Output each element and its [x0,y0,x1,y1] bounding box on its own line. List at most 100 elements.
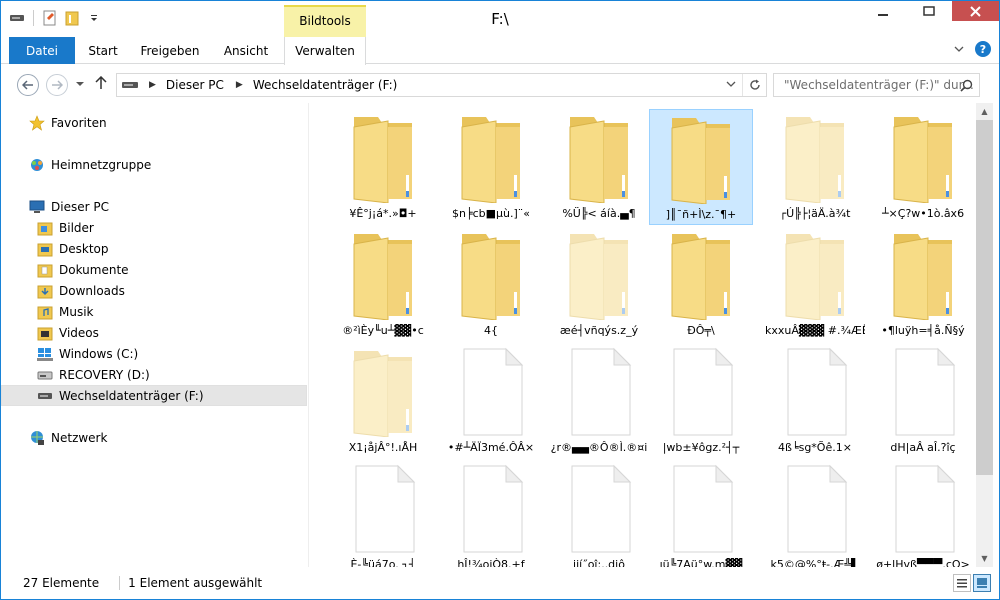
nav-network[interactable]: Netzwerk [1,427,307,448]
file-icon [888,464,958,554]
folder-item[interactable]: kxxuÂ▓▓▓ #.¾ÆË [763,226,867,342]
new-folder-icon[interactable] [62,9,82,27]
file-item[interactable]: dH|aÂ aÎ.?îç [871,343,975,459]
minimize-button[interactable] [860,1,906,21]
scrollbar-thumb[interactable] [976,120,993,475]
item-count: 27 Elemente [23,576,100,590]
folder-item[interactable]: ¥Ê°j¡á*.»◘+ [331,109,435,225]
nav-item-dokumente[interactable]: Dokumente [1,259,307,280]
close-button[interactable] [952,1,999,21]
nav-label: Downloads [59,283,125,298]
tab-datei[interactable]: Datei [9,37,75,64]
customize-toolbar-icon[interactable] [84,9,104,27]
file-item[interactable]: •#┴ÄÏ3mé.ÔÂ× [439,343,543,459]
folder-icon [564,113,634,204]
nav-this-pc[interactable]: Dieser PC [1,196,307,217]
item-label: •#┴ÄÏ3mé.ÔÂ× [447,441,535,454]
large-icons-view-button[interactable] [973,574,991,592]
properties-icon[interactable] [40,9,60,27]
nav-item-wechseldatentraeger-f[interactable]: Wechseldatenträger (F:) [1,385,307,406]
nav-item-videos[interactable]: Videos [1,322,307,343]
file-item[interactable]: È-╚üá7o. ┐┤ [331,460,435,567]
item-label: ┴×Ç?w•1ò.âx6 [881,207,965,220]
view-toggle [953,574,991,592]
nav-label: Heimnetzgruppe [51,157,152,172]
folder-item[interactable]: ®²ìÈy╙u┴▓▓•c [331,226,435,342]
chevron-down-icon [726,81,736,87]
tab-freigeben[interactable]: Freigeben [131,37,209,64]
file-icon [780,464,850,554]
scroll-up-arrow[interactable]: ▲ [976,103,993,120]
nav-label: Dokumente [59,262,129,277]
address-bar[interactable]: ▶ Dieser PC ▶ Wechseldatenträger (F:) [116,73,767,97]
file-item[interactable]: ø+lHvß▀▀▀.cO> [871,460,975,567]
tab-start[interactable]: Start [75,37,131,64]
desktop-folder-icon [37,241,53,257]
file-item[interactable]: k5©@%°ŧ-.Æ╩▌ [763,460,867,567]
folder-item[interactable]: •¶luÿh=╡å.Ñ§ý [871,226,975,342]
file-item[interactable]: hÎ!¾oiÒ8.+f [439,460,543,567]
computer-icon [29,199,45,215]
nav-label: Favoriten [51,115,107,130]
search-icon[interactable] [960,79,973,95]
folder-item[interactable]: ÐÔ╤\ [649,226,753,342]
folder-item[interactable]: æé┤vñqýs.z_ý [547,226,651,342]
item-label: ¿r®▄▄®Ô®Ì.®¤i [550,441,648,454]
file-item[interactable]: ¿r®▄▄®Ô®Ì.®¤i [547,343,651,459]
file-icon [780,347,850,437]
forward-button[interactable] [46,74,68,96]
nav-item-downloads[interactable]: Downloads [1,280,307,301]
folder-icon [348,113,418,204]
item-label: ıü╚7Aü°w.m▓▓ [659,558,743,567]
back-button[interactable] [17,74,39,96]
folder-icon [666,230,736,321]
nav-item-desktop[interactable]: Desktop [1,238,307,259]
nav-item-windows-c[interactable]: Windows (C:) [1,343,307,364]
file-item[interactable]: 4ß╘sg*Õê.1× [763,343,867,459]
details-view-icon [957,579,967,588]
nav-favorites[interactable]: Favoriten [1,112,307,133]
help-button[interactable]: ? [975,41,991,57]
vertical-scrollbar[interactable]: ▲ ▼ [976,103,993,567]
tab-verwalten[interactable]: Verwalten [284,37,366,65]
folder-icon [456,230,526,321]
tab-ansicht[interactable]: Ansicht [209,37,283,64]
details-view-button[interactable] [953,574,971,592]
folder-item[interactable]: %Ü╠< áíà.▄¶ [547,109,651,225]
refresh-button[interactable] [742,74,766,96]
file-icon [348,464,418,554]
status-bar: 27 Elemente 1 Element ausgewählt [1,567,999,599]
recent-locations-button[interactable] [75,78,85,92]
file-icon [564,464,634,554]
folder-item[interactable]: $n╞cb■µù.]¨« [439,109,543,225]
scroll-down-arrow[interactable]: ▼ [976,550,993,567]
folder-item[interactable]: ┌Ú╠├¦äÄ.à¾t [763,109,867,225]
arrow-up-icon [95,75,107,89]
navigation-bar: ▶ Dieser PC ▶ Wechseldatenträger (F:) "W… [1,65,999,103]
breadcrumb-dieser-pc[interactable]: Dieser PC [166,78,224,92]
file-item[interactable]: |wb±¥ôgz.²┤┬ [649,343,753,459]
folder-item[interactable]: X1¡åjÂ°!.ıÅH [331,343,435,459]
up-button[interactable] [95,75,107,93]
nav-item-bilder[interactable]: Bilder [1,217,307,238]
ribbon-tabs: Datei Start Freigeben Ansicht Verwalten … [1,37,999,65]
folder-item[interactable]: ]║¯ñ+Ì\z.¯¶+ [649,109,753,225]
breadcrumb-current-drive[interactable]: Wechseldatenträger (F:) [253,78,398,92]
nav-item-recovery-d[interactable]: RECOVERY (D:) [1,364,307,385]
file-list-view[interactable]: ¥Ê°j¡á*.»◘+ $n╞cb■µù.]¨« %Ü╠< áíà.▄¶]║¯ñ+Ì… [310,103,975,567]
folder-item[interactable]: 4{ [439,226,543,342]
address-history-button[interactable] [726,78,736,92]
file-item[interactable]: ıü╚7Aü°w.m▓▓ [649,460,753,567]
expand-ribbon-button[interactable] [951,41,967,57]
chevron-right-icon[interactable]: ▶ [236,80,243,90]
drive-icon[interactable] [7,9,27,27]
nav-item-musik[interactable]: Musik [1,301,307,322]
search-input[interactable]: "Wechseldatenträger (F:)" dur... [773,73,980,97]
file-item[interactable]: iií˝oî:..diô [547,460,651,567]
folder-item[interactable]: ┴×Ç?w•1ò.âx6 [871,109,975,225]
nav-homegroup[interactable]: Heimnetzgruppe [1,154,307,175]
maximize-button[interactable] [906,1,952,21]
folder-icon [780,230,850,321]
chevron-down-icon [954,46,964,52]
chevron-right-icon[interactable]: ▶ [149,80,156,90]
